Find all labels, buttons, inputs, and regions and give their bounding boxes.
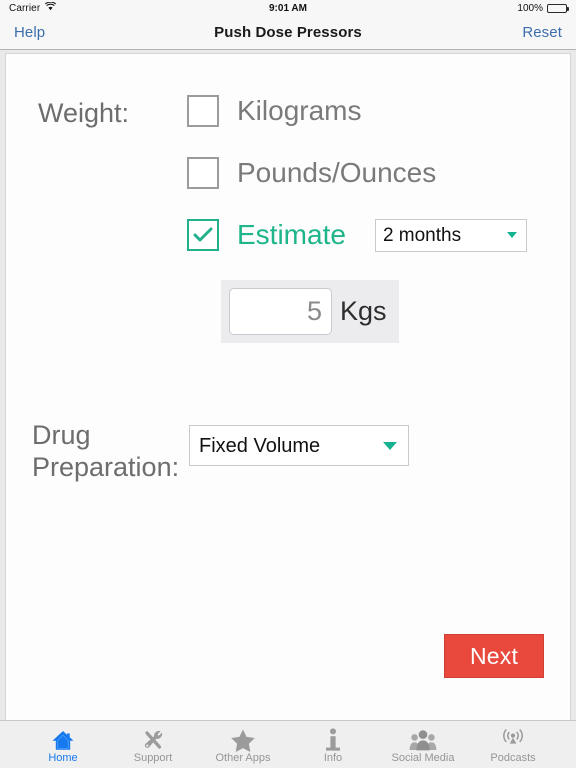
page-title: Push Dose Pressors	[214, 24, 362, 41]
weight-value-input[interactable]	[229, 288, 332, 335]
tab-info[interactable]: Info	[288, 721, 378, 768]
info-icon	[323, 728, 343, 752]
weight-option-pounds-ounces[interactable]: Pounds/Ounces	[187, 154, 527, 192]
next-button[interactable]: Next	[444, 634, 544, 678]
tab-home[interactable]: Home	[18, 721, 108, 768]
tab-podcasts[interactable]: Podcasts	[468, 721, 558, 768]
status-bar-time: 9:01 AM	[269, 2, 307, 14]
label-kilograms: Kilograms	[237, 95, 362, 126]
drug-preparation-select-control[interactable]: Fixed Volume	[190, 426, 408, 465]
form-body: Weight: Kilograms Pounds/Ounces Estimate…	[6, 54, 570, 720]
carrier-label: Carrier	[9, 2, 41, 14]
weight-section: Weight: Kilograms Pounds/Ounces Estimate…	[6, 92, 570, 254]
app-window: Carrier 9:01 AM 100% Help Push Dose Pres…	[0, 0, 576, 768]
battery-percent-label: 100%	[517, 2, 543, 14]
drug-preparation-label: Drug Preparation:	[32, 420, 180, 482]
weight-value-group: Kgs	[221, 280, 399, 343]
tab-info-label: Info	[323, 752, 343, 764]
content-area: Weight: Kilograms Pounds/Ounces Estimate…	[0, 50, 576, 720]
tab-support-label: Support	[133, 752, 173, 764]
status-bar: Carrier 9:01 AM 100%	[0, 0, 576, 16]
help-button[interactable]: Help	[14, 24, 45, 41]
wifi-icon	[45, 1, 57, 14]
drug-preparation-select[interactable]: Fixed Volume	[189, 425, 409, 466]
home-icon	[51, 728, 75, 752]
weight-unit-label: Kgs	[340, 296, 387, 326]
tab-home-label: Home	[48, 752, 78, 764]
checkbox-estimate[interactable]	[187, 219, 219, 251]
checkbox-pounds-ounces[interactable]	[187, 157, 219, 189]
tab-podcasts-label: Podcasts	[490, 752, 536, 764]
label-estimate: Estimate	[237, 219, 346, 250]
wrench-screwdriver-icon	[141, 728, 165, 752]
weight-label: Weight:	[38, 98, 130, 128]
tab-social-media-label: Social Media	[391, 752, 455, 764]
form-webview: Weight: Kilograms Pounds/Ounces Estimate…	[5, 53, 571, 720]
star-icon	[230, 728, 256, 752]
reset-button[interactable]: Reset	[522, 24, 562, 41]
weight-options: Kilograms Pounds/Ounces Estimate 2 month…	[187, 92, 527, 254]
broadcast-icon	[499, 728, 527, 752]
drug-preparation-section: Drug Preparation: Fixed Volume	[6, 411, 570, 484]
label-pounds-ounces: Pounds/Ounces	[237, 157, 437, 188]
estimate-age-select-control[interactable]: 2 months	[375, 219, 526, 251]
tab-other-apps-label: Other Apps	[215, 752, 271, 764]
tab-other-apps[interactable]: Other Apps	[198, 721, 288, 768]
battery-full-icon	[547, 3, 569, 13]
check-icon	[193, 227, 213, 242]
status-bar-right: 100%	[517, 2, 569, 14]
status-bar-left: Carrier	[9, 1, 57, 14]
weight-option-kilograms[interactable]: Kilograms	[187, 92, 527, 130]
navigation-bar: Help Push Dose Pressors Reset	[0, 16, 576, 50]
estimate-age-select[interactable]: 2 months	[374, 218, 527, 252]
tab-support[interactable]: Support	[108, 721, 198, 768]
people-group-icon	[409, 728, 437, 752]
checkbox-kilograms[interactable]	[187, 95, 219, 127]
tab-social-media[interactable]: Social Media	[378, 721, 468, 768]
weight-option-estimate[interactable]: Estimate 2 months	[187, 216, 527, 254]
tab-bar: Home Support Other Apps Info Social Medi…	[0, 720, 576, 768]
